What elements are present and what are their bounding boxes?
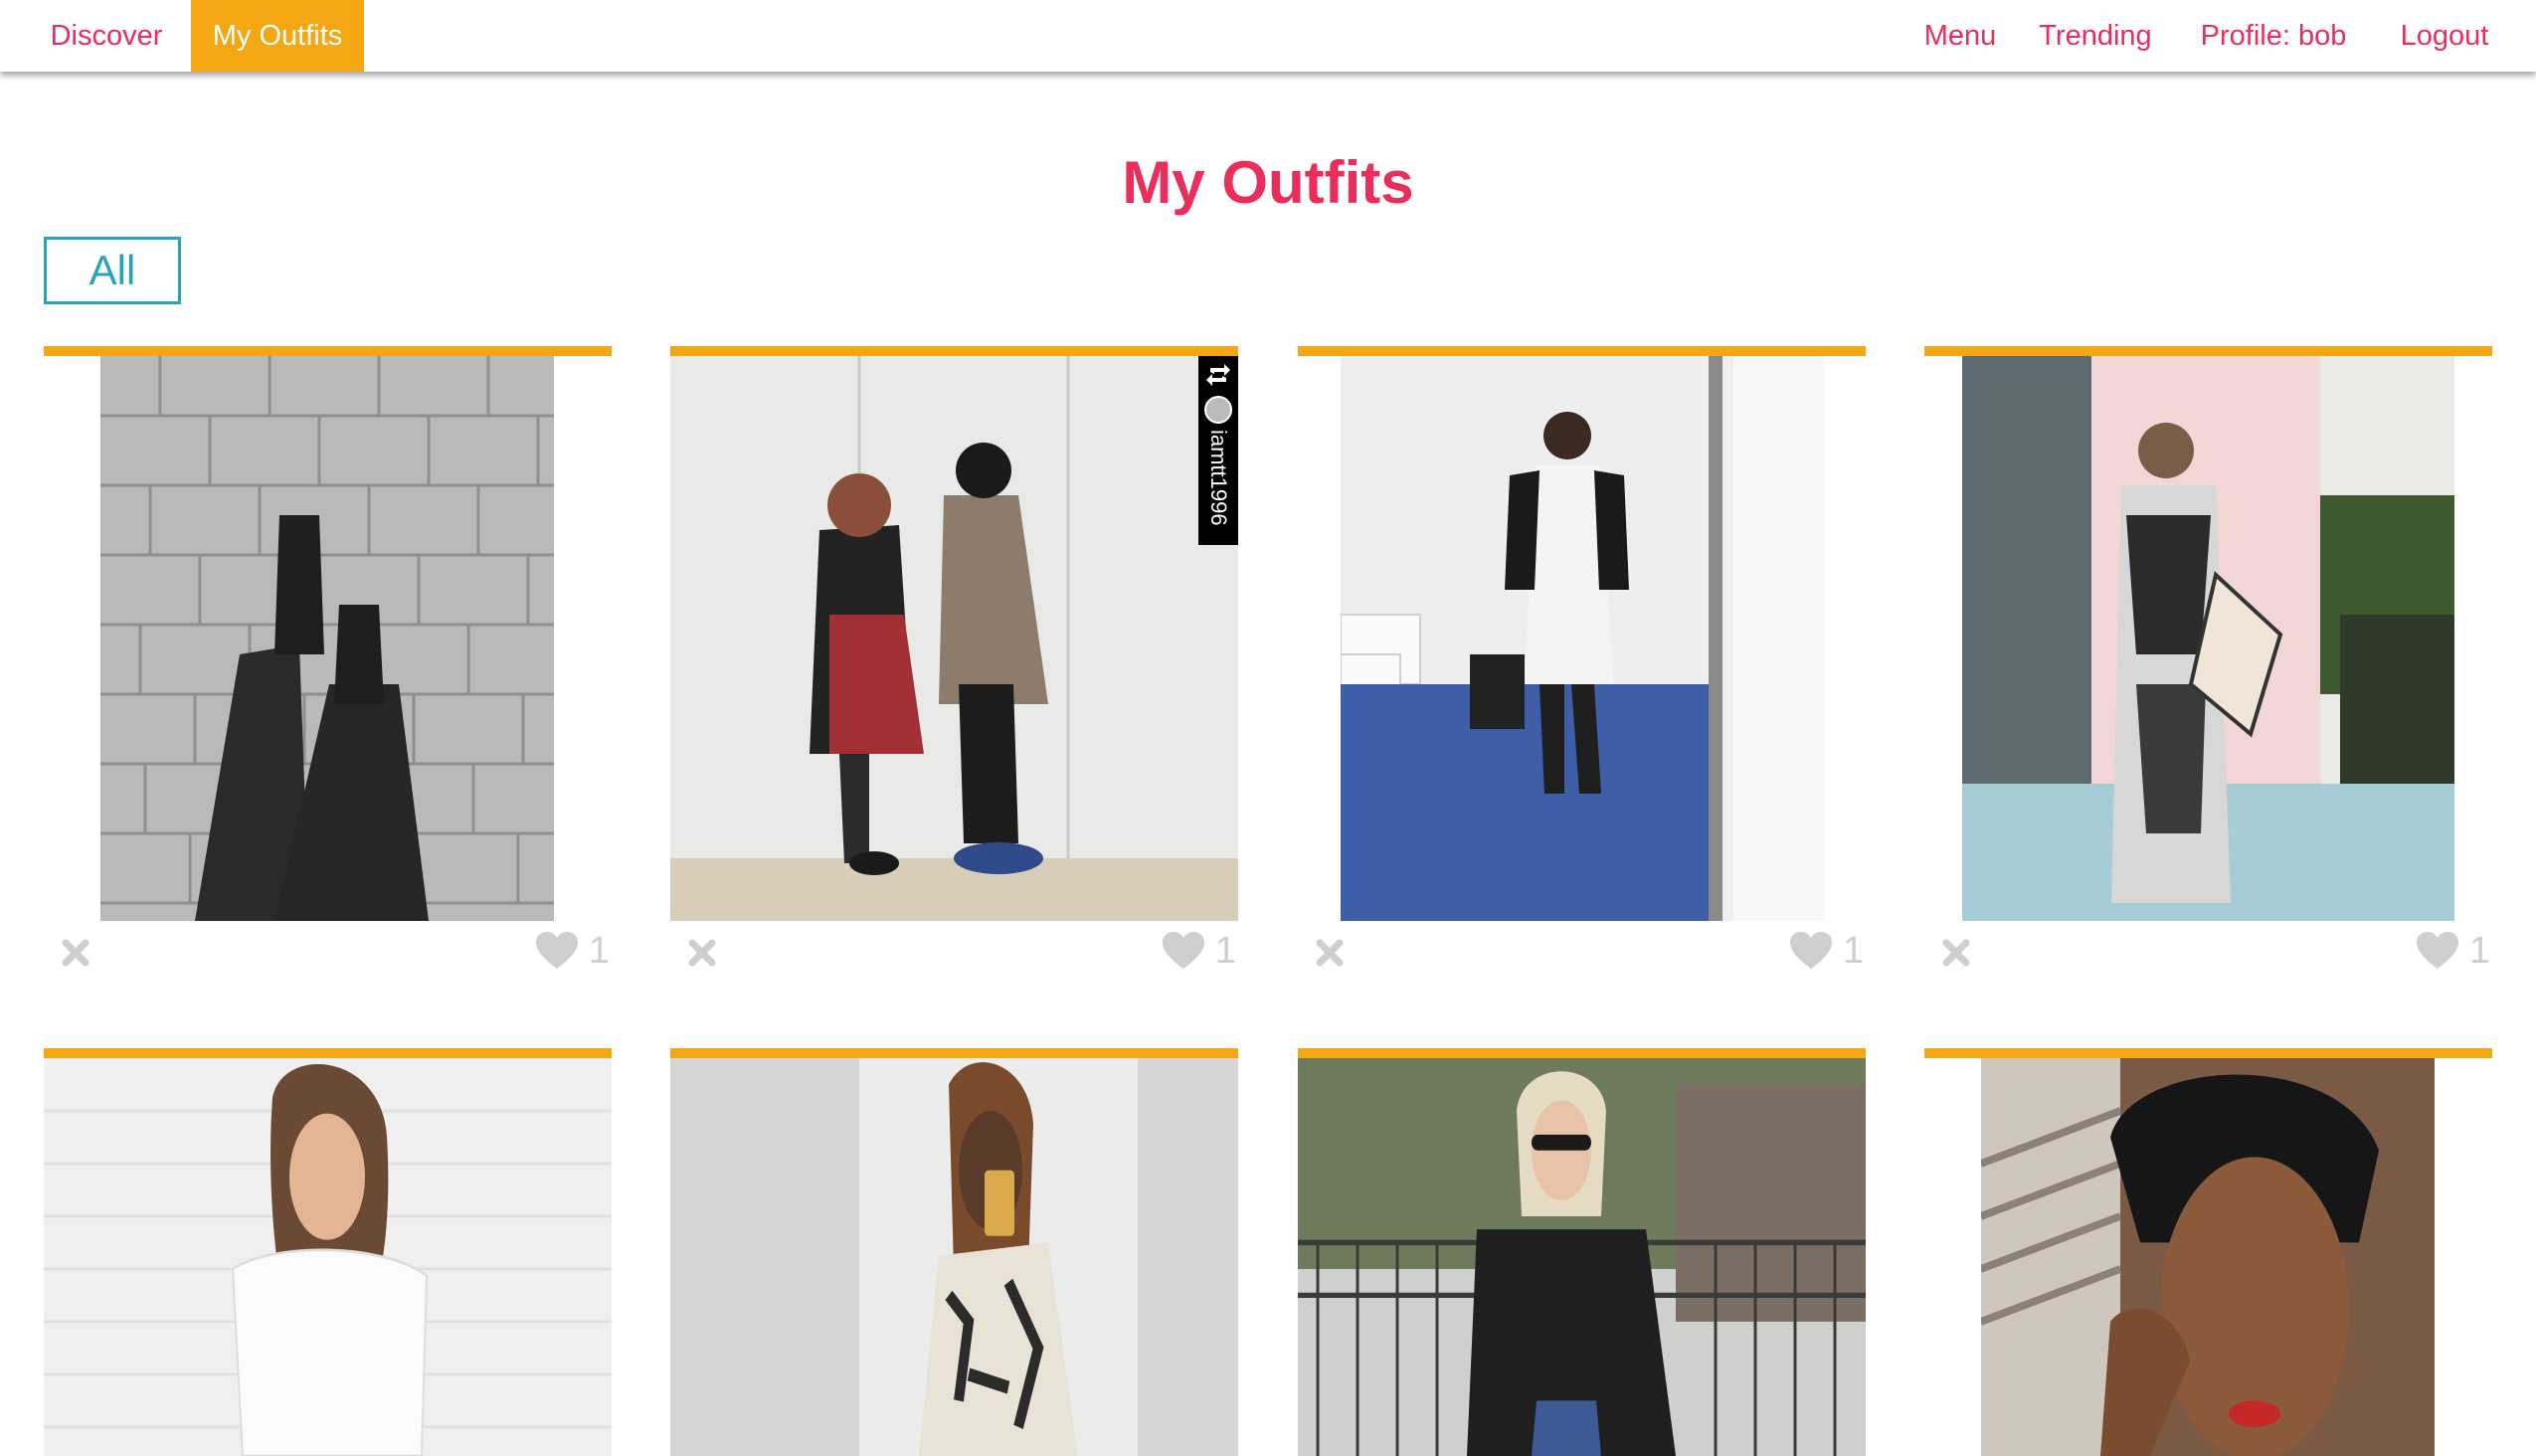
like-button[interactable]: 1 [535, 929, 610, 973]
like-count: 1 [1842, 930, 1864, 972]
outfit-card[interactable] [44, 1048, 612, 1456]
like-count: 1 [2468, 930, 2490, 972]
page-title: My Outfits [1122, 149, 1414, 216]
outfit-photo[interactable] [100, 356, 554, 921]
nav-discover[interactable]: Discover [32, 0, 181, 72]
watermark-username: iamtt1996 [1206, 430, 1231, 526]
like-count: 1 [588, 930, 610, 972]
avatar [1204, 396, 1232, 424]
outfit-photo[interactable] [1341, 356, 1824, 921]
nav-menu[interactable]: Menu [1917, 0, 2003, 72]
close-icon[interactable] [1314, 937, 1346, 969]
close-icon[interactable] [60, 937, 91, 969]
nav-my-outfits[interactable]: My Outfits [191, 0, 364, 72]
outfit-photo[interactable] [1962, 356, 2454, 921]
outfit-card[interactable]: 1 [1298, 346, 1866, 983]
outfit-card[interactable] [1298, 1048, 1866, 1456]
close-icon[interactable] [1940, 937, 1972, 969]
nav-logout[interactable]: Logout [2393, 0, 2496, 72]
repost-watermark: iamtt1996 [1198, 356, 1238, 545]
nav-trending[interactable]: Trending [2033, 0, 2158, 72]
heart-icon [535, 932, 578, 969]
nav-profile[interactable]: Profile: bob [2194, 0, 2353, 72]
outfit-card[interactable] [1924, 1048, 2492, 1456]
outfit-photo[interactable] [1298, 1058, 1866, 1456]
outfit-photo[interactable] [1981, 1058, 2435, 1456]
outfit-card[interactable]: iamtt1996 1 [670, 346, 1238, 983]
like-button[interactable]: 1 [1789, 929, 1864, 973]
heart-icon [1162, 932, 1204, 969]
close-icon[interactable] [686, 937, 718, 969]
outfit-photo[interactable] [670, 356, 1238, 921]
outfit-photo[interactable] [44, 1058, 612, 1456]
heart-icon [2416, 932, 2458, 969]
filter-all-button[interactable]: All [44, 237, 181, 304]
like-button[interactable]: 1 [1162, 929, 1236, 973]
outfit-card[interactable]: 1 [1924, 346, 2492, 983]
outfit-photo[interactable] [670, 1058, 1238, 1456]
heart-icon [1789, 932, 1832, 969]
repost-icon [1206, 364, 1230, 386]
like-count: 1 [1214, 930, 1236, 972]
top-navbar: Discover My Outfits Menu Trending Profil… [0, 0, 2536, 72]
outfit-card[interactable]: 1 [44, 346, 612, 983]
like-button[interactable]: 1 [2416, 929, 2490, 973]
outfit-card[interactable] [670, 1048, 1238, 1456]
